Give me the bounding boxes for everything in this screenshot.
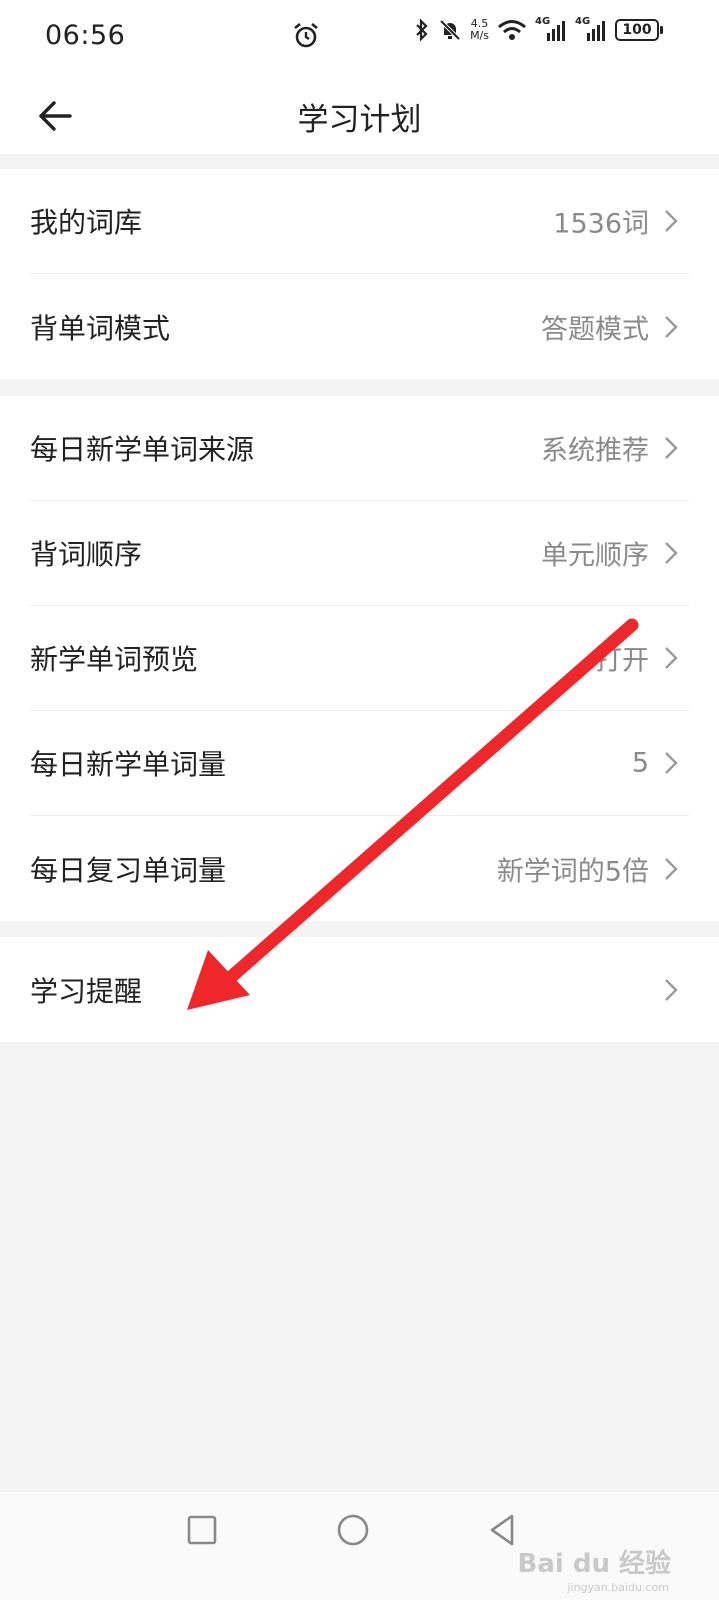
settings-row-word-order[interactable]: 背词顺序 单元顺序 [30, 501, 689, 606]
alarm-icon [294, 22, 318, 48]
recent-apps-button[interactable] [186, 1510, 218, 1550]
net-speed-unit: M/s [470, 29, 489, 42]
row-value: 打开 [595, 645, 649, 677]
chevron-right-icon [665, 752, 678, 774]
settings-row-study-reminder[interactable]: 学习提醒 [30, 937, 689, 1042]
row-value: 新学词的5倍 [496, 856, 649, 887]
row-label: 每日复习单词量 [30, 853, 227, 887]
row-value: 5 [631, 747, 649, 779]
settings-row-study-mode[interactable]: 背单词模式 答题模式 [30, 274, 689, 379]
chevron-right-icon [665, 315, 678, 338]
row-label: 我的词库 [30, 206, 143, 239]
settings-row-daily-new-words[interactable]: 每日新学单词量 5 [30, 711, 689, 816]
row-value: 答题模式 [541, 314, 649, 345]
status-icons: 4.5 M/s 4G 4G 100 [414, 16, 663, 42]
signal-sim1: 4G [535, 16, 567, 42]
back-button[interactable] [486, 1510, 518, 1550]
chevron-right-icon [665, 857, 678, 880]
signal-icon [547, 21, 565, 41]
chevron-right-icon [665, 437, 678, 459]
row-value: 系统推荐 [541, 435, 649, 467]
row-label: 新学单词预览 [30, 643, 199, 676]
home-button[interactable] [336, 1510, 370, 1550]
row-label: 背词顺序 [30, 538, 143, 571]
bluetooth-icon [416, 18, 428, 42]
settings-group-reminder: 学习提醒 [0, 937, 719, 1042]
signal-sim2: 4G [575, 16, 607, 42]
settings-group-daily-plan: 每日新学单词来源 系统推荐 背词顺序 单元顺序 新学单词预览 打开 每日新学单词… [0, 396, 719, 921]
row-label: 学习提醒 [30, 974, 143, 1008]
app-header: 学习计划 [0, 76, 719, 154]
page-title: 学习计划 [297, 102, 422, 138]
row-label: 每日新学单词来源 [30, 433, 255, 466]
status-time: 06:56 [45, 20, 126, 51]
signal-icon [587, 21, 605, 41]
status-bar: 06:56 4.5 M/s 4G 4G 100 [0, 0, 719, 76]
settings-row-new-word-preview[interactable]: 新学单词预览 打开 [30, 606, 689, 711]
wifi-icon [498, 20, 526, 40]
watermark-url: jingyan.baidu.com [567, 1581, 669, 1594]
settings-row-daily-review-words[interactable]: 每日复习单词量 新学词的5倍 [30, 816, 689, 921]
row-label: 背单词模式 [30, 311, 171, 345]
row-value: 单元顺序 [541, 540, 649, 572]
battery-indicator: 100 [615, 19, 663, 41]
network-speed: 4.5 M/s [470, 18, 489, 42]
chevron-right-icon [665, 210, 678, 232]
chevron-right-icon [665, 978, 678, 1001]
row-label: 每日新学单词量 [30, 748, 227, 781]
mute-bell-icon [439, 19, 461, 41]
watermark-logo: Bai du 经验 [517, 1549, 672, 1579]
chevron-right-icon [665, 647, 678, 669]
settings-row-word-source[interactable]: 每日新学单词来源 系统推荐 [30, 396, 689, 501]
row-value: 1536词 [553, 208, 649, 240]
chevron-right-icon [665, 542, 678, 564]
system-nav-bar: Bai du 经验 jingyan.baidu.com [0, 1492, 719, 1600]
settings-group-library: 我的词库 1536词 背单词模式 答题模式 [0, 169, 719, 379]
settings-row-my-library[interactable]: 我的词库 1536词 [30, 169, 689, 274]
